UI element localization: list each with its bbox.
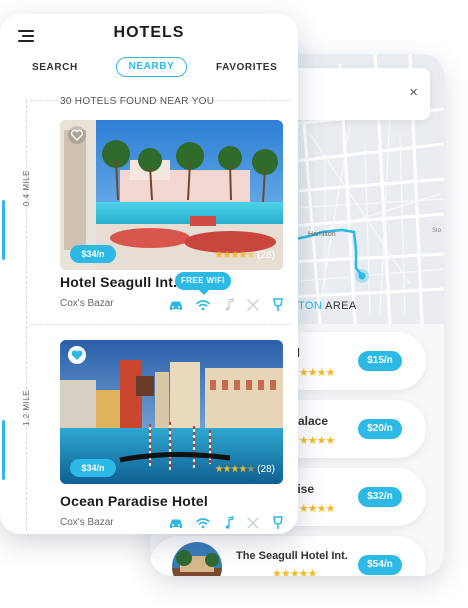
street-label: Hamilton [308, 231, 336, 238]
distance-indicator [2, 200, 5, 260]
hotel-thumbnail [172, 542, 222, 576]
hotels-screen: HOTELS SEARCH NEARBY FAVORITES 0.4 MILE … [0, 14, 298, 534]
list-stars: ★★★★★ [272, 568, 317, 576]
rating: ★★★★★ (28) [214, 250, 275, 261]
distance-indicator [2, 420, 5, 480]
close-icon[interactable]: × [409, 84, 418, 101]
hotel-location: Cox's Bazar [60, 298, 114, 309]
hotel-photo[interactable]: $34/n ★★★★★ (28) [60, 120, 283, 270]
hotel-name[interactable]: Hotel Seagull Int. [60, 274, 177, 290]
list-price-badge: $20/n [358, 419, 402, 439]
map-list-item[interactable]: The Seagull Hotel Int. ★★★★★ $54/n [150, 536, 426, 576]
favorite-heart-icon[interactable] [68, 126, 86, 144]
svg-text:Sto: Sto [432, 228, 442, 234]
distance-label: 0.4 MILE [22, 169, 31, 206]
hotel-photo[interactable]: $34/n ★★★★★ (28) [60, 340, 283, 484]
hotel-name[interactable]: Ocean Paradise Hotel [60, 493, 208, 509]
list-price-badge: $15/n [358, 351, 402, 371]
list-price-badge: $54/n [358, 555, 402, 575]
tab-favorites[interactable]: FAVORITES [216, 62, 277, 73]
list-hotel-name: The Seagull Hotel Int. [236, 550, 348, 562]
tab-nearby[interactable]: NEARBY [116, 57, 187, 77]
area-heading: TON AREA [298, 300, 357, 312]
wifi-icon[interactable] [195, 515, 211, 531]
list-price-badge: $32/n [358, 487, 402, 507]
price-badge: $34/n [70, 245, 116, 263]
app-screenshot: Hamilton Sto × TON AREA el ★★★★★ $15/n P… [0, 0, 468, 608]
bar-icon[interactable] [270, 297, 286, 313]
rating: ★★★★★ (28) [214, 464, 275, 475]
divider [30, 324, 292, 325]
restaurant-icon[interactable] [245, 297, 261, 313]
music-icon[interactable] [221, 515, 237, 531]
favorite-heart-icon[interactable] [68, 346, 86, 364]
price-badge: $34/n [70, 459, 116, 477]
amenity-tooltip: FREE WIFI [175, 272, 231, 295]
car-icon[interactable] [168, 297, 184, 313]
bar-icon[interactable] [270, 515, 286, 531]
tab-search[interactable]: SEARCH [32, 62, 78, 73]
music-icon[interactable] [221, 297, 237, 313]
restaurant-icon[interactable] [245, 515, 261, 531]
map-search-box[interactable]: × [288, 68, 430, 120]
hotel-location: Cox's Bazar [60, 517, 114, 528]
distance-label: 1.2 MILE [22, 389, 31, 426]
results-count: 30 HOTELS FOUND NEAR YOU [60, 96, 215, 107]
car-icon[interactable] [168, 515, 184, 531]
wifi-icon[interactable] [195, 297, 211, 313]
distance-timeline [26, 100, 27, 530]
page-title: HOTELS [113, 24, 185, 41]
